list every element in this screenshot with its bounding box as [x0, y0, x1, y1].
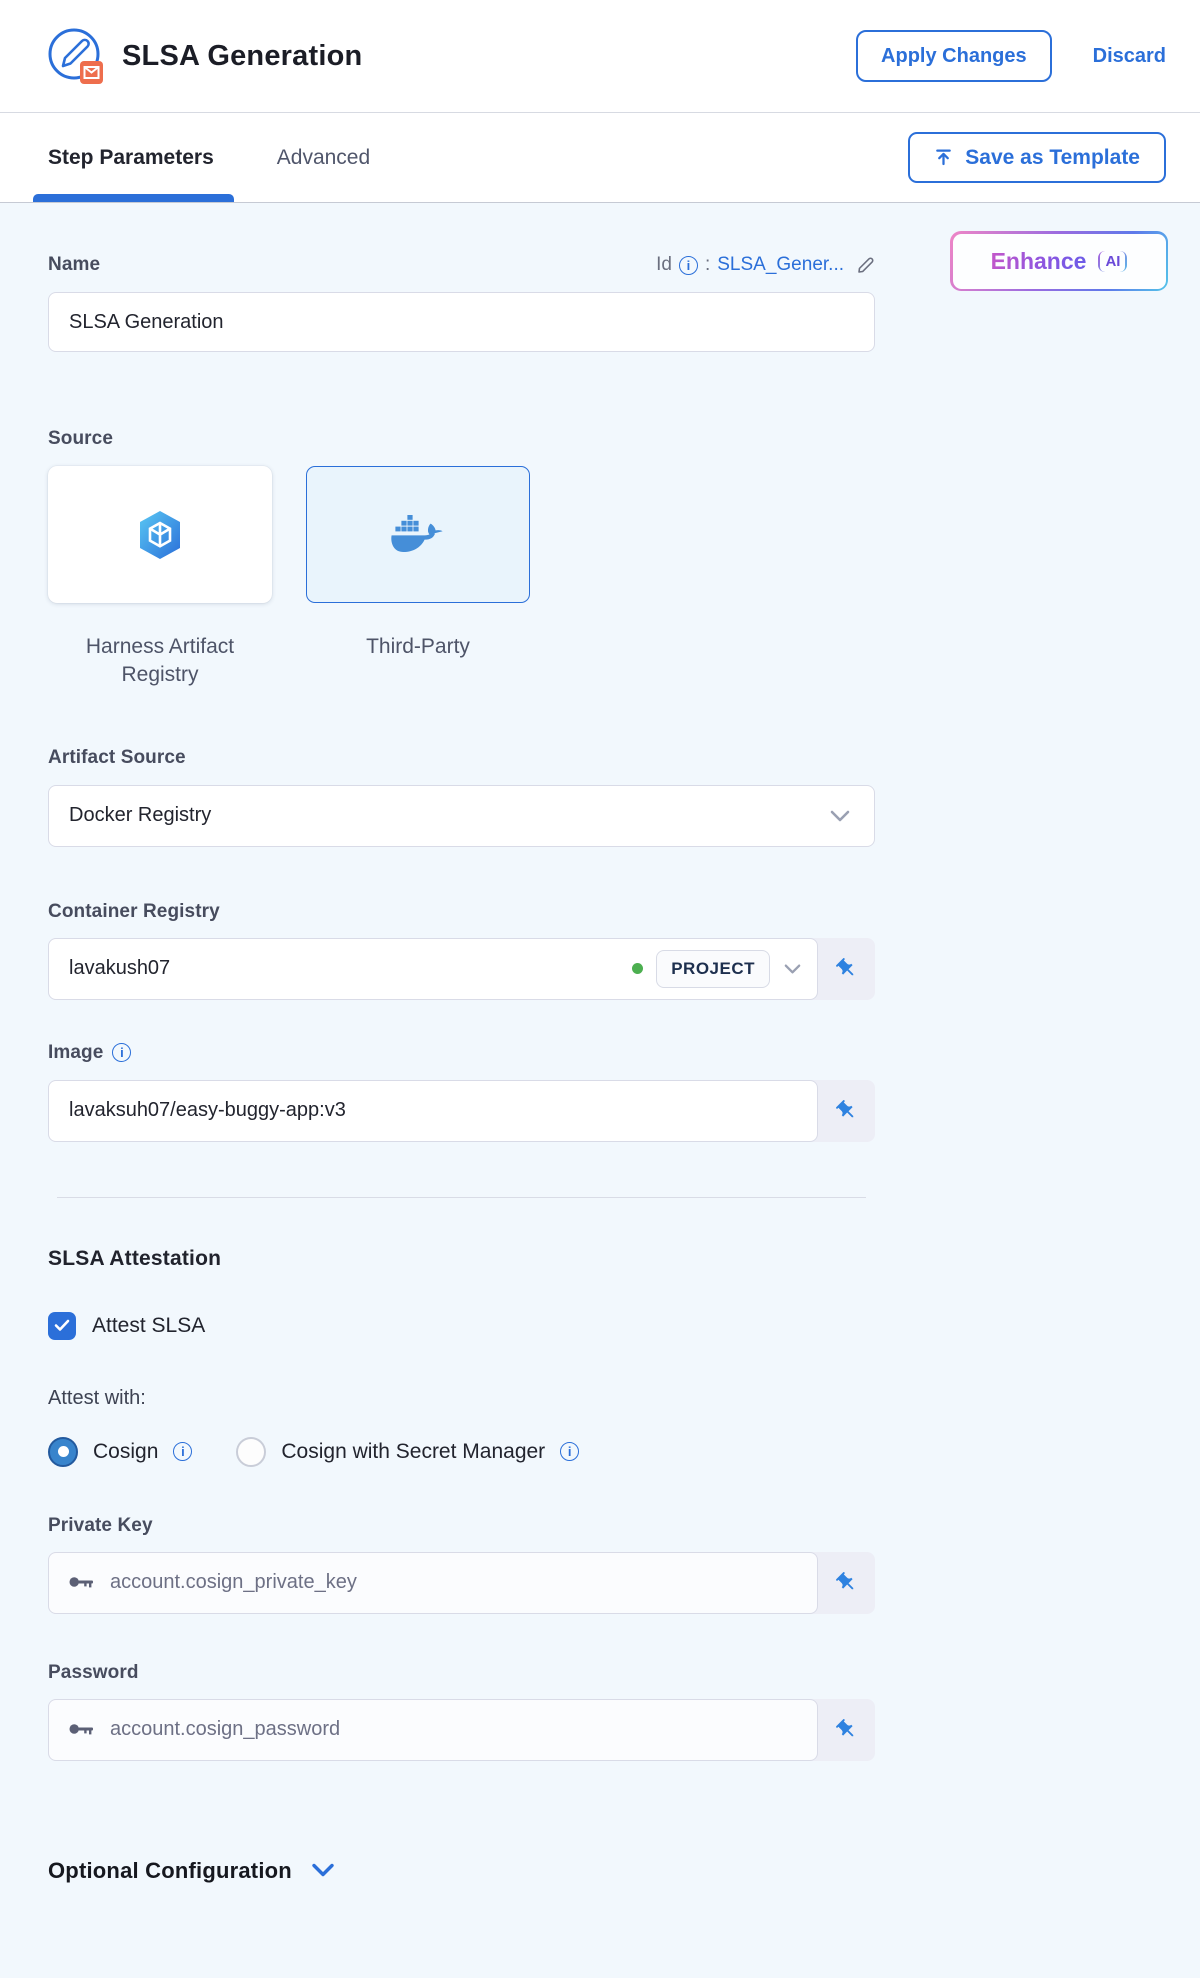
source-option-label-har: Harness Artifact Registry [48, 633, 272, 690]
enhance-ai-button[interactable]: Enhance AI [950, 231, 1168, 291]
discard-button[interactable]: Discard [1093, 45, 1166, 68]
key-icon [69, 1723, 94, 1737]
radio-option-cosign[interactable]: Cosign [48, 1437, 192, 1467]
image-label-row: Image [48, 1042, 875, 1064]
private-key-pin-icon[interactable] [818, 1552, 875, 1614]
attest-slsa-checkbox-row[interactable]: Attest SLSA [48, 1312, 875, 1340]
upload-icon [934, 148, 953, 167]
key-icon [69, 1576, 94, 1590]
image-value: lavaksuh07/easy-buggy-app:v3 [69, 1099, 801, 1122]
tab-bar: Step Parameters Advanced Save as Templat… [0, 113, 1200, 203]
password-field-group: account.cosign_password [48, 1699, 875, 1761]
private-key-value: account.cosign_private_key [110, 1571, 357, 1594]
slsa-step-icon [46, 25, 106, 87]
harness-artifact-registry-icon [136, 509, 184, 561]
artifact-source-select[interactable]: Docker Registry [48, 785, 875, 847]
page-title: SLSA Generation [122, 40, 856, 73]
step-parameters-panel: Enhance AI Name Id : SLSA_Gener... [0, 203, 1200, 1884]
password-secret-input[interactable]: account.cosign_password [48, 1699, 818, 1761]
image-info-icon[interactable] [112, 1043, 131, 1062]
chevron-down-icon [311, 1863, 335, 1878]
source-card-harness-artifact-registry[interactable] [48, 466, 272, 603]
ai-badge-label: AI [1100, 251, 1125, 272]
slsa-attestation-heading: SLSA Attestation [48, 1247, 875, 1271]
apply-changes-label: Apply Changes [881, 45, 1027, 68]
tab-step-parameters-label: Step Parameters [48, 146, 214, 170]
id-separator: : [705, 254, 710, 276]
attest-with-radio-group: Cosign Cosign with Secret Manager [48, 1437, 875, 1467]
id-label: Id [656, 254, 672, 276]
password-pin-icon[interactable] [818, 1699, 875, 1761]
private-key-secret-input[interactable]: account.cosign_private_key [48, 1552, 818, 1614]
private-key-field-group: account.cosign_private_key [48, 1552, 875, 1614]
image-input[interactable]: lavaksuh07/easy-buggy-app:v3 [48, 1080, 818, 1142]
attest-slsa-checkbox[interactable] [48, 1312, 76, 1340]
attest-slsa-label: Attest SLSA [92, 1314, 205, 1338]
container-registry-pin-icon[interactable] [818, 938, 875, 1000]
attest-with-label: Attest with: [48, 1387, 875, 1410]
radio-option-cosign-secret-manager[interactable]: Cosign with Secret Manager [236, 1437, 579, 1467]
artifact-source-value: Docker Registry [69, 804, 211, 827]
name-label: Name [48, 254, 100, 276]
radio-cosign-label: Cosign [93, 1440, 158, 1464]
registry-chevron-down-icon[interactable] [784, 964, 801, 974]
source-label: Source [48, 428, 875, 450]
private-key-label: Private Key [48, 1515, 875, 1537]
source-card-third-party[interactable] [306, 466, 530, 603]
password-value: account.cosign_password [110, 1718, 340, 1741]
tab-advanced-label: Advanced [277, 146, 370, 170]
apply-changes-button[interactable]: Apply Changes [856, 30, 1052, 82]
cosign-info-icon[interactable] [173, 1442, 192, 1461]
tab-step-parameters[interactable]: Step Parameters [48, 113, 214, 202]
radio-cosign-secret-manager-label: Cosign with Secret Manager [281, 1440, 545, 1464]
password-label: Password [48, 1662, 875, 1684]
enhance-ai-inner: Enhance AI [953, 234, 1166, 289]
id-value: SLSA_Gener... [717, 254, 844, 276]
save-as-template-button[interactable]: Save as Template [908, 132, 1166, 183]
image-pin-icon[interactable] [818, 1080, 875, 1142]
connector-status-dot [632, 963, 643, 974]
optional-configuration-toggle[interactable]: Optional Configuration [48, 1858, 875, 1884]
container-registry-field-group: lavakush07 PROJECT [48, 938, 875, 1000]
enhance-label: Enhance [991, 248, 1087, 275]
source-option-label-third-party: Third-Party [306, 633, 530, 690]
container-registry-value: lavakush07 [69, 957, 632, 980]
chevron-down-icon [830, 810, 850, 822]
cosign-secret-manager-info-icon[interactable] [560, 1442, 579, 1461]
scope-badge: PROJECT [656, 950, 770, 988]
id-info-icon[interactable] [679, 256, 698, 275]
step-config-header: SLSA Generation Apply Changes Discard [0, 0, 1200, 113]
tab-advanced[interactable]: Advanced [277, 113, 370, 202]
docker-whale-icon [391, 514, 445, 556]
optional-configuration-label: Optional Configuration [48, 1858, 292, 1884]
container-registry-input[interactable]: lavakush07 PROJECT [48, 938, 818, 1000]
edit-id-icon[interactable] [857, 256, 875, 274]
save-as-template-label: Save as Template [965, 146, 1140, 170]
name-input[interactable] [48, 292, 875, 352]
artifact-source-label: Artifact Source [48, 747, 875, 769]
ai-badge-icon: AI [1098, 251, 1127, 272]
radio-cosign[interactable] [48, 1437, 78, 1467]
container-registry-label: Container Registry [48, 901, 875, 923]
step-id-group: Id : SLSA_Gener... [656, 254, 875, 276]
discard-label: Discard [1093, 45, 1166, 67]
radio-cosign-secret-manager[interactable] [236, 1437, 266, 1467]
image-field-group: lavaksuh07/easy-buggy-app:v3 [48, 1080, 875, 1142]
section-divider [57, 1197, 866, 1198]
image-label: Image [48, 1042, 103, 1064]
